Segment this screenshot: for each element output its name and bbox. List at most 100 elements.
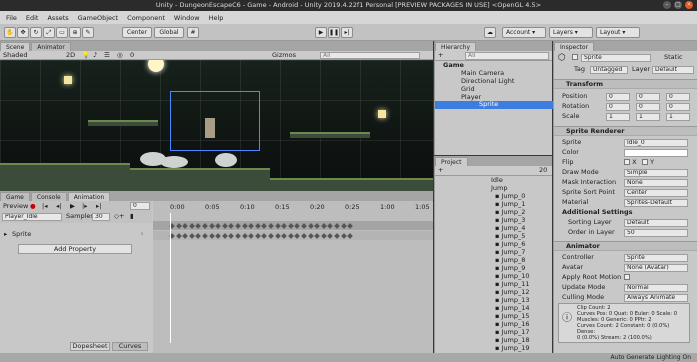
keyframe[interactable] [301, 223, 307, 229]
gizmos-dropdown[interactable]: Gizmos [272, 51, 296, 60]
minimize-button[interactable]: – [663, 1, 671, 9]
menu-component[interactable]: Component [127, 14, 165, 22]
step-button[interactable]: ▸| [341, 27, 353, 38]
draw-mode-dropdown[interactable]: Simple [624, 169, 688, 177]
selection-rect[interactable] [170, 91, 260, 151]
keyframe[interactable] [195, 233, 202, 239]
play-button[interactable]: ▶ [315, 27, 327, 38]
transform-tool-icon[interactable]: ⊕ [69, 27, 81, 38]
keyframe[interactable] [254, 233, 261, 239]
tab-scene[interactable]: Scene [0, 42, 31, 51]
keyframe[interactable] [235, 223, 241, 229]
keyframe[interactable] [182, 223, 189, 229]
keyframe[interactable] [287, 223, 294, 229]
keyframe[interactable] [281, 223, 288, 229]
update-mode-dropdown[interactable]: Normal [624, 284, 688, 292]
position-z[interactable]: 0 [666, 93, 690, 101]
keyframe[interactable] [221, 233, 228, 239]
scene-viewport[interactable] [0, 60, 433, 191]
project-create-button[interactable]: + [438, 166, 443, 175]
sort-point-dropdown[interactable]: Center [624, 189, 688, 197]
keyframe[interactable] [261, 223, 268, 229]
keyframe[interactable] [254, 223, 261, 229]
hierarchy-item-selected[interactable]: Sprite [479, 100, 498, 109]
menu-gameobject[interactable]: GameObject [78, 14, 119, 22]
keyframe[interactable] [188, 233, 195, 239]
tab-game[interactable]: Game [0, 192, 30, 201]
keyframe[interactable] [307, 233, 314, 239]
property-expand-icon[interactable]: ▸ [4, 230, 7, 239]
keyframe[interactable] [327, 223, 334, 229]
transform-header[interactable]: Transform [554, 79, 697, 89]
tab-inspector[interactable]: Inspector [554, 42, 594, 51]
scale-x[interactable]: 1 [606, 113, 630, 121]
position-y[interactable]: 0 [636, 93, 660, 101]
pivot-toggle[interactable]: Center [122, 27, 152, 38]
avatar-field[interactable]: None (Avatar) [624, 264, 688, 272]
keyframe[interactable] [340, 223, 347, 229]
add-keyframe-icon[interactable]: ◇+ [114, 212, 124, 221]
property-options-icon[interactable]: ◦ [140, 230, 144, 239]
color-swatch[interactable] [624, 149, 688, 157]
keyframe[interactable] [241, 223, 248, 229]
first-key-button[interactable]: |◂ [42, 202, 47, 211]
object-name-field[interactable]: Sprite [581, 54, 651, 62]
static-toggle[interactable]: Static [664, 53, 683, 62]
keyframe[interactable] [314, 233, 321, 239]
rotation-z[interactable]: 0 [666, 103, 690, 111]
keyframe[interactable] [334, 223, 340, 229]
additional-settings-label[interactable]: Additional Settings [562, 208, 633, 217]
add-property-button[interactable]: Add Property [18, 244, 132, 254]
position-x[interactable]: 0 [606, 93, 630, 101]
keyframe[interactable] [235, 233, 241, 239]
hand-tool-icon[interactable]: ✋ [4, 27, 16, 38]
preview-toggle[interactable]: Preview [3, 202, 28, 211]
next-key-button[interactable]: |▸ [82, 202, 87, 211]
lighting-icon[interactable]: 💡 [82, 51, 90, 60]
keyframe[interactable] [195, 223, 202, 229]
animator-header[interactable]: Animator [554, 241, 697, 251]
tab-animator[interactable]: Animator [31, 42, 71, 51]
prev-key-button[interactable]: ◂| [56, 202, 61, 211]
pause-button[interactable]: ❚❚ [328, 27, 340, 38]
keyframe[interactable] [188, 223, 195, 229]
keyframe[interactable] [208, 233, 215, 239]
keyframe[interactable] [307, 223, 314, 229]
layers-dropdown[interactable]: Layers ▾ [549, 27, 593, 38]
sorting-layer-dropdown[interactable]: Default [624, 219, 688, 227]
controller-field[interactable]: Sprite [624, 254, 688, 262]
custom-tool-icon[interactable]: ✎ [82, 27, 94, 38]
hierarchy-search-input[interactable]: All [465, 52, 549, 60]
scale-y[interactable]: 1 [636, 113, 660, 121]
keyframe[interactable] [241, 233, 248, 239]
keyframe[interactable] [347, 233, 354, 239]
effects-icon[interactable]: ☰ [104, 51, 110, 60]
keyframe[interactable] [320, 233, 327, 239]
keyframe[interactable] [248, 233, 255, 239]
samples-field[interactable]: 30 [92, 213, 110, 221]
scene-search-input[interactable]: All [320, 52, 420, 59]
tab-project[interactable]: Project [435, 157, 468, 166]
keyframe[interactable] [301, 233, 307, 239]
keyframe[interactable] [221, 223, 228, 229]
keyframe[interactable] [294, 233, 301, 239]
layout-dropdown[interactable]: Layout ▾ [596, 27, 640, 38]
tab-animation[interactable]: Animation [67, 192, 111, 201]
menu-assets[interactable]: Assets [47, 14, 68, 22]
move-tool-icon[interactable]: ✥ [17, 27, 29, 38]
rotate-tool-icon[interactable]: ↻ [30, 27, 42, 38]
order-field[interactable]: 50 [624, 229, 688, 237]
space-toggle[interactable]: Global [154, 27, 184, 38]
keyframe[interactable] [202, 233, 208, 239]
hierarchy-create-button[interactable]: + [438, 51, 443, 60]
add-event-icon[interactable]: ▮ [130, 212, 134, 221]
frame-field[interactable]: 0 [130, 202, 150, 210]
tag-dropdown[interactable]: Untagged [590, 66, 628, 74]
keyframe[interactable] [347, 223, 354, 229]
keyframe[interactable] [320, 223, 327, 229]
file-item[interactable]: ▪ Jump_19 [495, 344, 530, 352]
culling-mode-dropdown[interactable]: Always Animate [624, 294, 688, 302]
keyframe[interactable] [215, 223, 222, 229]
tab-dopesheet[interactable]: Dopesheet [70, 342, 110, 351]
tab-hierarchy[interactable]: Hierarchy [435, 42, 477, 51]
